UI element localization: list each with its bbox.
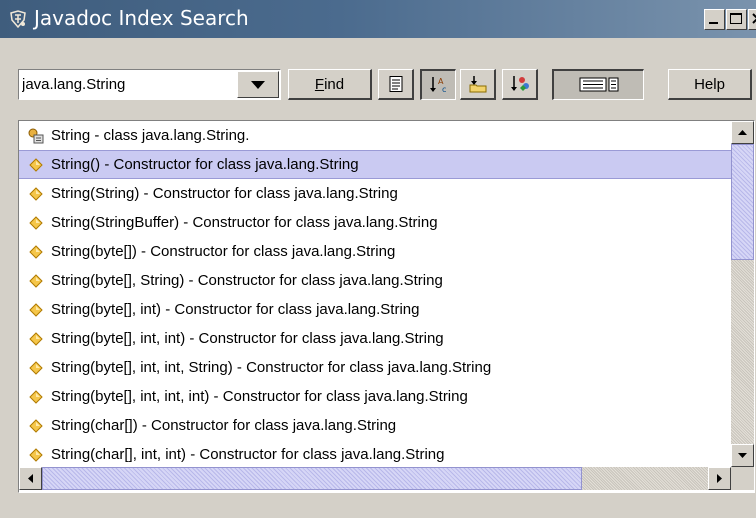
package-folder-icon: [469, 76, 486, 93]
constructor-icon: [29, 273, 43, 288]
result-text: String(StringBuffer) - Constructor for c…: [51, 214, 438, 231]
details-view-button[interactable]: [552, 69, 644, 100]
constructor-icon: [29, 360, 43, 375]
toolbar: Find A c: [0, 38, 756, 110]
sort-alphabetical-button[interactable]: A c: [420, 69, 456, 100]
details-view-icon: [579, 77, 618, 92]
close-icon: [752, 13, 756, 24]
result-text: String - class java.lang.String.: [51, 127, 250, 144]
result-text: String(byte[], int, int, int) - Construc…: [51, 388, 468, 405]
results-list[interactable]: String - class java.lang.String. String()…: [19, 121, 731, 467]
result-text: String(byte[], int, int) - Constructor f…: [51, 330, 444, 347]
search-combobox[interactable]: [18, 69, 281, 100]
result-text: String(byte[], String) - Constructor for…: [51, 272, 443, 289]
javadoc-search-window: Javadoc Index Search java.lang.String Fi…: [0, 0, 756, 518]
arrow-right-icon: [717, 474, 722, 483]
find-button[interactable]: Find: [288, 69, 372, 100]
scrollbar-corner: [731, 467, 754, 490]
minimize-button[interactable]: [704, 9, 725, 30]
result-row[interactable]: String(byte[], int) - Constructor for cl…: [19, 295, 731, 324]
constructor-icon: [29, 447, 43, 462]
result-text: String(String) - Constructor for class j…: [51, 185, 398, 202]
chevron-down-icon: [251, 81, 265, 89]
constructor-icon: [29, 331, 43, 346]
constructor-icon: [29, 215, 43, 230]
scroll-right-button[interactable]: [708, 467, 731, 490]
close-button[interactable]: [748, 9, 756, 30]
class-icon: [28, 128, 44, 143]
result-row[interactable]: String(char[], int, int) - Constructor f…: [19, 440, 731, 467]
constructor-icon: [29, 302, 43, 317]
find-mnemonic: F: [314, 75, 325, 93]
constructor-icon: [29, 418, 43, 433]
sort-by-type-button[interactable]: [502, 69, 538, 100]
result-row[interactable]: String(byte[]) - Constructor for class j…: [19, 237, 731, 266]
constructor-icon: [29, 389, 43, 404]
constructor-icon: [29, 244, 43, 259]
scroll-up-button[interactable]: [731, 121, 754, 144]
result-text: String() - Constructor for class java.la…: [51, 156, 359, 173]
dropdown-button[interactable]: [237, 71, 279, 98]
maximize-button[interactable]: [726, 9, 747, 30]
package-folder-button[interactable]: [460, 69, 496, 100]
result-text: String(char[]) - Constructor for class j…: [51, 417, 397, 434]
result-row[interactable]: String(byte[], int, int) - Constructor f…: [19, 324, 731, 353]
result-row[interactable]: String(StringBuffer) - Constructor for c…: [19, 208, 731, 237]
window-title: Javadoc Index Search: [34, 6, 249, 30]
source-view-button[interactable]: [378, 69, 414, 100]
result-text: String(byte[], int, int, String) - Const…: [51, 359, 492, 376]
javadoc-app-icon: [10, 10, 26, 29]
vertical-scroll-thumb[interactable]: [731, 144, 754, 260]
maximize-icon: [730, 13, 742, 24]
result-row[interactable]: String() - Constructor for class java.la…: [19, 150, 731, 179]
find-label-rest: ind: [324, 75, 345, 93]
scroll-down-button[interactable]: [731, 444, 754, 467]
find-button-label: Find: [315, 76, 344, 93]
horizontal-scrollbar[interactable]: [19, 467, 731, 490]
result-text: String(byte[], int) - Constructor for cl…: [51, 301, 420, 318]
scroll-left-button[interactable]: [19, 467, 42, 490]
source-view-icon: [389, 76, 402, 92]
constructor-icon: [29, 186, 43, 201]
sort-alphabetical-icon: A c: [429, 77, 446, 94]
vertical-scrollbar[interactable]: [731, 121, 754, 467]
result-row[interactable]: String(byte[], int, int, int) - Construc…: [19, 382, 731, 411]
result-row[interactable]: String(byte[], String) - Constructor for…: [19, 266, 731, 295]
horizontal-scroll-thumb[interactable]: [42, 467, 582, 490]
sort-by-type-icon: [510, 76, 529, 91]
result-row[interactable]: String(char[]) - Constructor for class j…: [19, 411, 731, 440]
svg-text:c: c: [442, 85, 446, 94]
arrow-up-icon: [738, 130, 747, 135]
arrow-left-icon: [28, 474, 33, 483]
result-text: String(char[], int, int) - Constructor f…: [51, 446, 445, 463]
help-button[interactable]: Help: [668, 69, 752, 100]
result-row[interactable]: String(String) - Constructor for class j…: [19, 179, 731, 208]
result-text: String(byte[]) - Constructor for class j…: [51, 243, 396, 260]
result-row[interactable]: String - class java.lang.String.: [19, 121, 731, 150]
arrow-down-icon: [738, 453, 747, 458]
result-row[interactable]: String(byte[], int, int, String) - Const…: [19, 353, 731, 382]
constructor-icon: [29, 157, 43, 172]
results-panel: String - class java.lang.String. String()…: [18, 120, 755, 493]
minimize-icon: [709, 22, 718, 24]
title-bar[interactable]: Javadoc Index Search: [0, 0, 756, 38]
search-input[interactable]: [22, 74, 232, 94]
